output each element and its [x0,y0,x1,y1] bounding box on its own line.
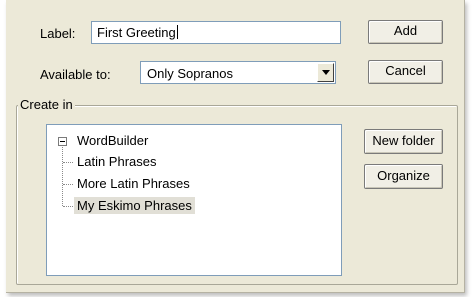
cancel-button[interactable]: Cancel [368,60,443,84]
available-to-select[interactable]: Only Sopranos [140,61,336,84]
tree-connector-line [63,206,73,208]
tree-item-latin-phrases[interactable]: Latin Phrases [77,154,157,169]
tree-connector-line [63,162,73,164]
new-folder-button[interactable]: New folder [364,129,443,154]
chevron-down-icon[interactable] [317,63,334,82]
tree-item-more-latin-phrases[interactable]: More Latin Phrases [77,176,190,191]
create-item-dialog: Label: First Greeting Available to: Only… [6,0,465,293]
label-input-value: First Greeting [97,25,176,40]
label-input[interactable]: First Greeting [91,21,341,44]
text-caret [176,25,178,39]
tree-connector-line [62,147,64,206]
folder-tree[interactable]: WordBuilder Latin Phrases More Latin Phr… [46,124,342,276]
minus-box-icon[interactable] [58,137,67,146]
label-caption: Label: [40,26,76,41]
available-to-caption: Available to: [40,67,111,82]
tree-item-root[interactable]: WordBuilder [77,133,148,148]
tree-item-my-eskimo-phrases[interactable]: My Eskimo Phrases [74,197,195,214]
tree-connector-line [63,184,73,186]
create-in-title: Create in [18,97,75,112]
organize-button[interactable]: Organize [364,164,443,189]
available-to-value: Only Sopranos [147,66,233,81]
add-button[interactable]: Add [368,20,443,44]
